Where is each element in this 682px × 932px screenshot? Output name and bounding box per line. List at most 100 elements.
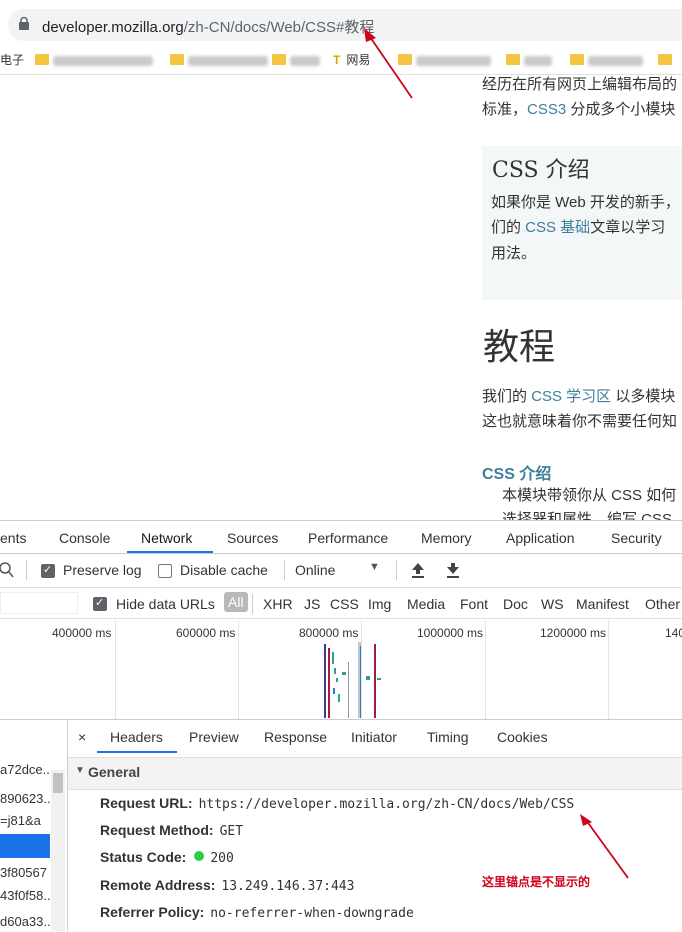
paragraph-line: 这也就意味着你不需要任何知 — [482, 413, 678, 430]
list-item[interactable]: 3f80567 — [0, 861, 50, 885]
scrollbar[interactable] — [51, 770, 65, 931]
tab-security[interactable]: Security — [611, 530, 662, 546]
filter-xhr[interactable]: XHR — [263, 596, 293, 612]
preserve-log-label: Preserve log — [63, 562, 142, 578]
list-item[interactable]: a72dce.. — [0, 758, 50, 782]
bookmark-folder[interactable] — [506, 52, 552, 68]
tab-response[interactable]: Response — [264, 729, 327, 745]
list-item-selected[interactable] — [0, 834, 50, 858]
bookmark-folder[interactable] — [170, 52, 268, 68]
scrollbar-thumb[interactable] — [53, 773, 63, 793]
header-row: Remote Address: 13.249.146.37:443 — [100, 877, 355, 894]
folder-icon — [170, 54, 184, 66]
paragraph-line: 我们的 CSS 学习区 以多模块 — [482, 388, 676, 405]
tab-headers[interactable]: Headers — [110, 729, 163, 745]
tab-timing[interactable]: Timing — [427, 729, 469, 745]
folder-icon — [506, 54, 520, 66]
expand-triangle-icon[interactable]: ▼ — [75, 765, 85, 776]
note-title: CSS 介绍 — [492, 158, 590, 183]
bookmark-folder[interactable] — [272, 52, 320, 68]
disable-cache-checkbox[interactable] — [158, 564, 172, 578]
note-line: 如果你是 Web 开发的新手， — [491, 194, 680, 211]
divider — [0, 553, 682, 554]
timeline-label: 600000 ms — [176, 626, 236, 640]
filter-doc[interactable]: Doc — [503, 596, 528, 612]
css-basics-link[interactable]: CSS 基础 — [525, 219, 590, 236]
filter-font[interactable]: Font — [460, 596, 488, 612]
general-section-header[interactable] — [68, 757, 682, 790]
tab-network[interactable]: Network — [141, 530, 192, 546]
header-row: Referrer Policy: no-referrer-when-downgra… — [100, 904, 414, 921]
list-item[interactable]: 43f0f58.. — [0, 884, 50, 908]
filter-all[interactable]: All — [224, 592, 248, 612]
header-row: Status Code: 200 — [100, 849, 234, 866]
tab-application[interactable]: Application — [506, 530, 575, 546]
url-text[interactable]: developer.mozilla.org/zh-CN/docs/Web/CSS… — [42, 16, 374, 37]
tab-performance[interactable]: Performance — [308, 530, 388, 546]
timeline-label: 1000000 ms — [417, 626, 484, 640]
paragraph-line: 选择器和属性，编写 CSS — [502, 511, 673, 520]
address-bar: developer.mozilla.org/zh-CN/docs/Web/CSS… — [0, 0, 682, 46]
divider — [396, 560, 397, 580]
throttle-select[interactable]: Online — [295, 562, 335, 578]
tab-elements[interactable]: ents — [0, 530, 26, 546]
bookmarks-bar: 电子 T 网易 — [0, 46, 682, 75]
status-dot-icon — [194, 851, 205, 862]
url-domain: developer.mozilla.org — [42, 19, 184, 36]
filter-img[interactable]: Img — [368, 596, 391, 612]
annotation-text: 这里锚点是不显示的 — [482, 875, 591, 889]
hide-data-urls-label: Hide data URLs — [116, 596, 215, 612]
paragraph-line: 经历在所有网页上编辑布局的 — [482, 76, 678, 93]
chevron-down-icon[interactable]: ▼ — [369, 561, 380, 573]
folder-icon — [35, 54, 49, 66]
annotation-arrow — [364, 28, 413, 99]
folder-icon — [272, 54, 286, 66]
bookmark-folder[interactable] — [570, 52, 643, 68]
timeline-activity — [324, 642, 381, 718]
tab-console[interactable]: Console — [59, 530, 110, 546]
bookmark-folder[interactable] — [35, 52, 153, 68]
bookmark-folder[interactable] — [658, 52, 676, 68]
bookmark-item[interactable]: 电子 — [0, 52, 24, 68]
paragraph-line: 标准，CSS3 分成多个小模块 — [482, 101, 676, 118]
filter-ws[interactable]: WS — [541, 596, 564, 612]
list-item[interactable]: d60a33.. — [0, 910, 50, 931]
divider — [0, 587, 682, 588]
filter-input[interactable] — [0, 592, 78, 614]
note-line: 用法。 — [491, 245, 537, 262]
preserve-log-checkbox[interactable] — [41, 563, 55, 578]
css3-link[interactable]: CSS3 — [527, 101, 566, 118]
tab-memory[interactable]: Memory — [421, 530, 472, 546]
list-item[interactable]: =j81&a — [0, 809, 50, 833]
css-intro-link[interactable]: CSS 介绍 — [482, 460, 551, 484]
timeline-label: 1200000 ms — [540, 626, 607, 640]
filter-other[interactable]: Other — [645, 596, 680, 612]
note-line: 们的 CSS 基础文章以学习 — [491, 219, 666, 236]
filter-media[interactable]: Media — [407, 596, 445, 612]
tutorial-heading: 教程 — [483, 327, 556, 368]
filter-js[interactable]: JS — [304, 596, 320, 612]
download-icon[interactable] — [446, 562, 460, 578]
hide-data-urls-checkbox[interactable] — [93, 596, 107, 611]
tab-sources[interactable]: Sources — [227, 530, 278, 546]
timeline-label: 800000 ms — [299, 626, 359, 640]
tab-initiator[interactable]: Initiator — [351, 729, 397, 745]
bookmark-t-icon: T — [333, 53, 341, 67]
filter-manifest[interactable]: Manifest — [576, 596, 629, 612]
search-icon[interactable] — [0, 562, 14, 578]
disable-cache-label: Disable cache — [180, 562, 268, 578]
header-row: Request Method: GET — [100, 822, 244, 839]
filter-css[interactable]: CSS — [330, 596, 359, 612]
upload-icon[interactable] — [411, 562, 425, 578]
css-learning-area-link[interactable]: CSS 学习区 — [531, 388, 611, 405]
tab-cookies[interactable]: Cookies — [497, 729, 548, 745]
divider — [284, 560, 285, 580]
list-item[interactable]: 890623.. — [0, 787, 50, 811]
close-icon[interactable]: × — [78, 729, 86, 745]
tab-preview[interactable]: Preview — [189, 729, 239, 745]
annotation-arrow — [580, 814, 629, 879]
timeline-label: 140 — [665, 626, 682, 640]
divider — [26, 560, 27, 580]
general-label: General — [88, 764, 141, 780]
divider — [252, 594, 253, 614]
